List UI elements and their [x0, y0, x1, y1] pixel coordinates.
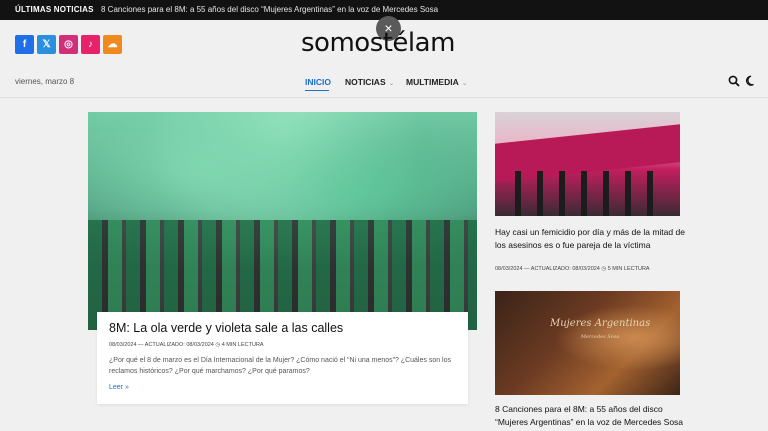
side-article-meta: 08/03/2024 — ACTUALIZADO: 08/03/2024 ◷ 5…	[495, 266, 650, 272]
header-divider	[0, 97, 768, 98]
album-cover-text: Mujeres Argentinas Mercedes Sosa	[550, 319, 650, 342]
side-article-image[interactable]	[495, 112, 680, 216]
nav-item-noticias[interactable]: NOTICIAS ⌄	[345, 77, 395, 87]
search-icon[interactable]	[728, 75, 740, 87]
nav-item-label: INICIO	[305, 77, 331, 87]
side-article-title[interactable]: Hay casi un femicidio por día y más de l…	[495, 226, 685, 252]
dark-mode-icon[interactable]	[745, 75, 757, 87]
chevron-down-icon: ⌄	[388, 80, 395, 87]
album-title: Mujeres Argentinas	[550, 318, 651, 329]
current-date: viernes, marzo 8	[15, 77, 75, 86]
tiktok-icon[interactable]: ♪	[81, 35, 100, 54]
hero-article-card: 8M: La ola verde y violeta sale a las ca…	[97, 312, 468, 404]
breaking-news-label: ÚLTIMAS NOTICIAS	[15, 5, 94, 14]
chevron-down-icon: ⌄	[461, 80, 468, 87]
nav-item-label: NOTICIAS	[345, 77, 386, 87]
site-logo[interactable]: somostélam	[301, 28, 455, 58]
side-article-title[interactable]: 8 Canciones para el 8M: a 55 años del di…	[495, 403, 685, 429]
soundcloud-icon[interactable]: ☁	[103, 35, 122, 54]
nav-item-label: MULTIMEDIA	[406, 77, 459, 87]
hero-article-title[interactable]: 8M: La ola verde y violeta sale a las ca…	[109, 321, 343, 335]
read-more-link[interactable]: Leer »	[109, 384, 129, 391]
facebook-icon[interactable]: f	[15, 35, 34, 54]
x-twitter-icon[interactable]: 𝕏	[37, 35, 56, 54]
nav-active-indicator	[305, 90, 329, 91]
album-artist: Mercedes Sosa	[580, 334, 620, 340]
nav-item-multimedia[interactable]: MULTIMEDIA ⌄	[406, 77, 468, 87]
hero-article-meta: 08/03/2024 — ACTUALIZADO: 08/03/2024 ◷ 4…	[109, 342, 264, 348]
protesters-silhouette	[515, 171, 665, 216]
instagram-icon[interactable]: ◎	[59, 35, 78, 54]
hero-image[interactable]	[88, 112, 477, 330]
hero-article-excerpt: ¿Por qué el 8 de marzo es el Día Interna…	[109, 357, 451, 375]
side-article-image[interactable]: Mujeres Argentinas Mercedes Sosa	[495, 291, 680, 395]
nav-item-inicio[interactable]: INICIO	[305, 77, 331, 87]
breaking-news-headline[interactable]: 8 Canciones para el 8M: a 55 años del di…	[101, 5, 438, 14]
